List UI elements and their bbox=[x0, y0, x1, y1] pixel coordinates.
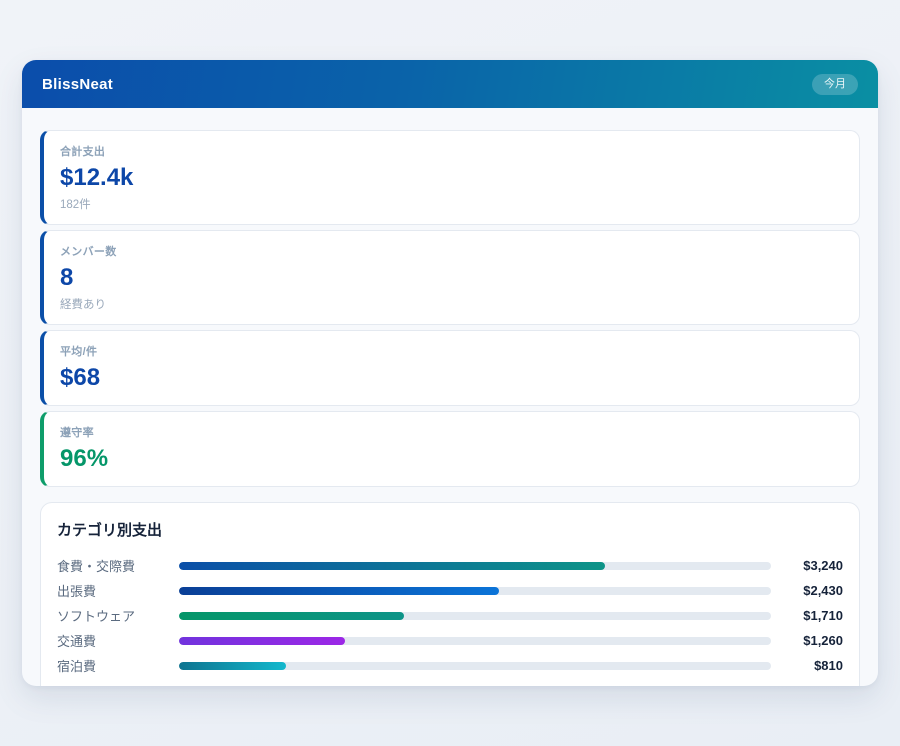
stat-label: 遵守率 bbox=[60, 424, 843, 440]
category-label: 出張費 bbox=[57, 581, 179, 600]
category-bar-fill bbox=[179, 637, 345, 645]
category-bar-track bbox=[179, 662, 771, 670]
category-bar-fill bbox=[179, 587, 499, 595]
category-card-title: カテゴリ別支出 bbox=[57, 519, 843, 540]
category-bar-fill bbox=[179, 612, 404, 620]
stat-label: 平均/件 bbox=[60, 343, 843, 359]
category-bar-fill bbox=[179, 562, 605, 570]
category-bar-track bbox=[179, 637, 771, 645]
category-bar-fill bbox=[179, 662, 286, 670]
stat-value: $68 bbox=[60, 363, 843, 393]
stat-label: メンバー数 bbox=[60, 243, 843, 259]
dashboard-window: BlissNeat 今月 合計支出 $12.4k 182件 メンバー数 8 経費… bbox=[22, 60, 878, 686]
stat-subtext: 経費あり bbox=[60, 296, 843, 312]
category-bar-row: 出張費 $2,430 bbox=[57, 578, 843, 603]
stat-value: 96% bbox=[60, 444, 843, 474]
category-amount: $810 bbox=[771, 658, 843, 673]
category-spend-card: カテゴリ別支出 食費・交際費 $3,240 出張費 $2,430 ソフトウェア … bbox=[40, 502, 860, 686]
stat-card-compliance-rate: 遵守率 96% bbox=[40, 411, 860, 487]
category-amount: $3,240 bbox=[771, 558, 843, 573]
category-bar-track bbox=[179, 562, 771, 570]
stat-label: 合計支出 bbox=[60, 143, 843, 159]
category-label: 交通費 bbox=[57, 631, 179, 650]
app-title: BlissNeat bbox=[42, 76, 113, 93]
stat-card-member-count: メンバー数 8 経費あり bbox=[40, 230, 860, 325]
category-bar-track bbox=[179, 612, 771, 620]
stat-value: $12.4k bbox=[60, 163, 843, 193]
category-bar-row: 宿泊費 $810 bbox=[57, 653, 843, 678]
category-label: 食費・交際費 bbox=[57, 556, 179, 575]
category-bar-row: ソフトウェア $1,710 bbox=[57, 603, 843, 628]
stat-subtext: 182件 bbox=[60, 196, 843, 212]
dashboard-content: 合計支出 $12.4k 182件 メンバー数 8 経費あり 平均/件 $68 遵… bbox=[22, 108, 878, 686]
category-amount: $1,260 bbox=[771, 633, 843, 648]
stat-card-total-spend: 合計支出 $12.4k 182件 bbox=[40, 130, 860, 225]
category-label: ソフトウェア bbox=[57, 606, 179, 625]
category-bar-row: 食費・交際費 $3,240 bbox=[57, 553, 843, 578]
category-amount: $1,710 bbox=[771, 608, 843, 623]
stat-value: 8 bbox=[60, 263, 843, 293]
category-bar-track bbox=[179, 587, 771, 595]
app-header: BlissNeat 今月 bbox=[22, 60, 878, 108]
category-bar-row: 交通費 $1,260 bbox=[57, 628, 843, 653]
category-amount: $2,430 bbox=[771, 583, 843, 598]
period-badge[interactable]: 今月 bbox=[812, 74, 858, 95]
category-label: 宿泊費 bbox=[57, 656, 179, 675]
stat-card-average-per-item: 平均/件 $68 bbox=[40, 330, 860, 406]
